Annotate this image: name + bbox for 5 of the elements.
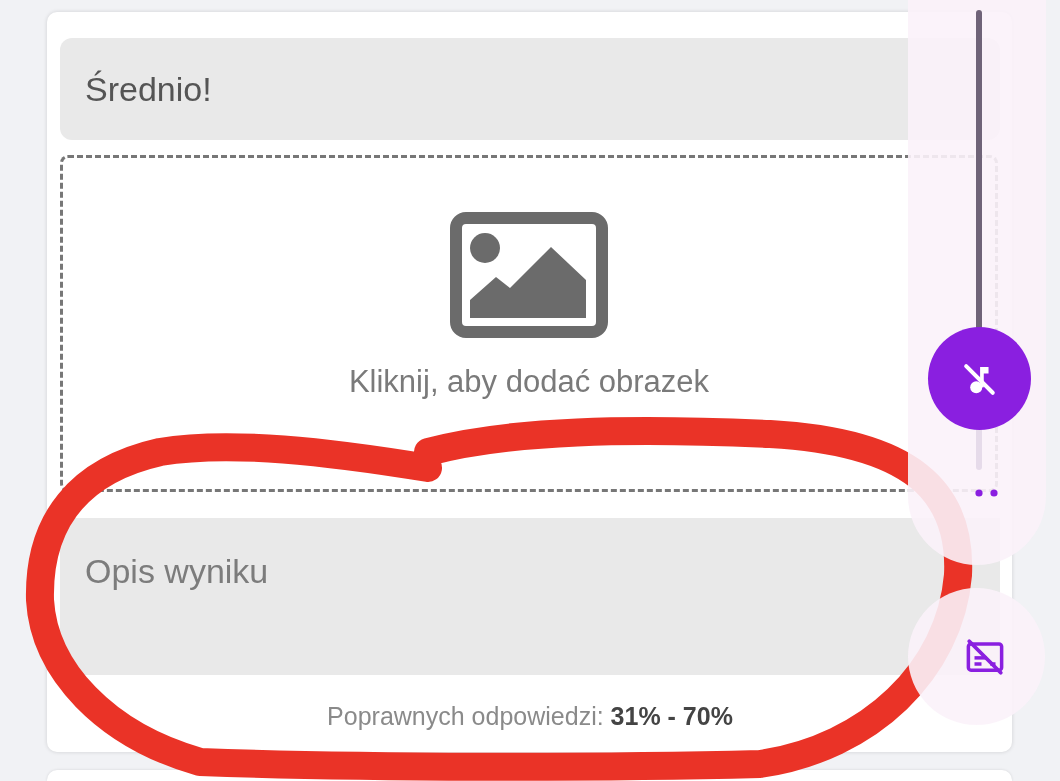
image-drop-label: Kliknij, aby dodać obrazek xyxy=(348,364,710,400)
description-field[interactable]: Opis wyniku xyxy=(60,518,1000,675)
image-icon xyxy=(450,212,608,338)
score-range-text: Poprawnych odpowiedzi: 31% - 70% xyxy=(327,701,733,731)
dots-icon[interactable] xyxy=(975,489,999,497)
